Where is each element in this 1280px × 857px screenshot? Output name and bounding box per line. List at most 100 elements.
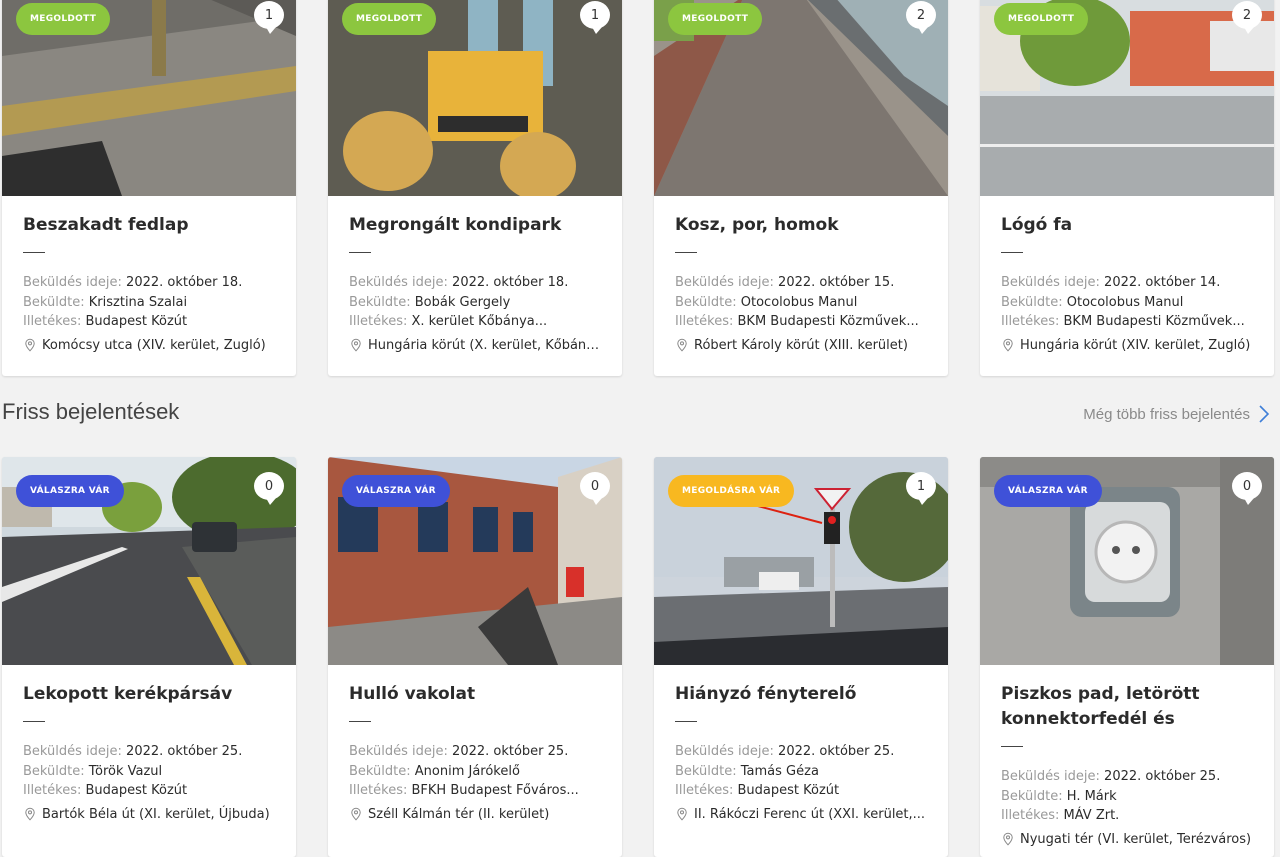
divider [23, 252, 45, 253]
sender-label: Beküldte: [675, 294, 737, 310]
issue-title[interactable]: Beszakadt fedlap [23, 213, 275, 238]
sent-time-label: Beküldés ideje: [349, 744, 448, 759]
status-badge: VÁLASZRA VÁR [342, 475, 450, 507]
sender-label: Beküldte: [23, 294, 85, 310]
sender-label: Beküldte: [1001, 294, 1063, 310]
issue-card[interactable]: VÁLASZRA VÁR 0 Hulló vakolat Beküldés id… [328, 457, 622, 857]
section-title: Friss bejelentések [2, 399, 180, 424]
sender-name: Krisztina Szalai [88, 294, 188, 310]
issue-title[interactable]: Hulló vakolat [349, 682, 601, 707]
sent-date: 2022. október 25. [126, 744, 243, 759]
location-text: Róbert Károly körút (XIII. kerület) [694, 337, 908, 353]
issue-title[interactable]: Piszkos pad, letörött konnektorfedél és … [1001, 682, 1253, 732]
status-badge: MEGOLDOTT [342, 3, 437, 35]
sent-date: 2022. október 14. [1104, 275, 1221, 290]
issue-photo[interactable]: VÁLASZRA VÁR 0 [2, 457, 296, 665]
issue-title[interactable]: Lógó fa [1001, 213, 1253, 238]
status-badge: MEGOLDOTT [16, 3, 111, 35]
sent-date: 2022. október 25. [778, 744, 895, 759]
issue-card[interactable]: VÁLASZRA VÁR 0 Lekopott kerékpársáv Bekü… [2, 457, 296, 857]
sent-date: 2022. október 25. [452, 744, 569, 759]
issue-title[interactable]: Megrongált kondipark [349, 213, 601, 238]
sender-name: Bobák Gergely [414, 294, 511, 310]
sent-time-label: Beküldés ideje: [1001, 275, 1100, 290]
issue-photo[interactable]: MEGOLDOTT 2 [654, 0, 948, 196]
sender-label: Beküldte: [349, 763, 411, 779]
issue-card[interactable]: MEGOLDOTT 2 Lógó fa Beküldés ideje: 2022… [980, 0, 1274, 376]
location-text: Hungária körút (XIV. kerület, Zugló) [1020, 337, 1251, 353]
issue-photo[interactable]: VÁLASZRA VÁR 0 [980, 457, 1274, 665]
fresh-cards-row: VÁLASZRA VÁR 0 Lekopott kerékpársáv Bekü… [2, 457, 1274, 857]
location-pin-icon [25, 807, 35, 821]
sender-label: Beküldte: [349, 294, 411, 310]
responsible-name: Budapest Közút [85, 314, 188, 329]
comment-count: 2 [1232, 1, 1262, 34]
divider [349, 721, 371, 722]
more-reports-label: Még több friss bejelentés [1083, 405, 1250, 423]
chevron-right-icon [1259, 405, 1270, 423]
status-badge: MEGOLDOTT [994, 3, 1089, 35]
issue-photo[interactable]: VÁLASZRA VÁR 0 [328, 457, 622, 665]
comment-count: 1 [906, 472, 936, 505]
location-pin-icon [351, 807, 361, 821]
responsible-name: MÁV Zrt. [1063, 808, 1120, 823]
sent-time-label: Beküldés ideje: [23, 744, 122, 759]
divider [1001, 746, 1023, 747]
status-badge: VÁLASZRA VÁR [16, 475, 124, 507]
issue-card[interactable]: VÁLASZRA VÁR 0 Piszkos pad, letörött kon… [980, 457, 1274, 857]
responsible-label: Illetékes: [349, 783, 408, 798]
responsible-label: Illetékes: [1001, 314, 1060, 329]
sender-name: Anonim Járókelő [414, 763, 520, 779]
sender-name: Otocolobus Manul [740, 294, 858, 310]
comment-count: 0 [254, 472, 284, 505]
issue-photo[interactable]: MEGOLDÁSRA VÁR 1 [654, 457, 948, 665]
sent-time-label: Beküldés ideje: [1001, 769, 1100, 784]
responsible-name: BKM Budapesti Közművek... [1063, 314, 1245, 329]
location-pin-icon [1003, 338, 1013, 352]
responsible-name: X. kerület Kőbánya... [411, 314, 548, 329]
sent-time-label: Beküldés ideje: [675, 275, 774, 290]
issue-card[interactable]: MEGOLDOTT 2 Kosz, por, homok Beküldés id… [654, 0, 948, 376]
sender-name: Otocolobus Manul [1066, 294, 1184, 310]
sender-name: Tamás Géza [740, 763, 819, 779]
issue-title[interactable]: Lekopott kerékpársáv [23, 682, 275, 707]
location-text: Nyugati tér (VI. kerület, Terézváros) [1020, 831, 1252, 847]
more-reports-link[interactable]: Még több friss bejelentés [1083, 404, 1270, 424]
responsible-label: Illetékes: [23, 783, 82, 798]
responsible-name: BKM Budapesti Közművek... [737, 314, 919, 329]
issue-photo[interactable]: MEGOLDOTT 2 [980, 0, 1274, 196]
responsible-label: Illetékes: [675, 314, 734, 329]
location-text: Bartók Béla út (XI. kerület, Újbuda) [42, 806, 270, 822]
issue-photo[interactable]: MEGOLDOTT 1 [328, 0, 622, 196]
location-pin-icon [1003, 832, 1013, 846]
location-pin-icon [677, 338, 687, 352]
status-badge: VÁLASZRA VÁR [994, 475, 1102, 507]
responsible-label: Illetékes: [349, 314, 408, 329]
issue-title[interactable]: Kosz, por, homok [675, 213, 927, 238]
location-pin-icon [677, 807, 687, 821]
location-text: Széll Kálmán tér (II. kerület) [368, 806, 550, 822]
location-pin-icon [351, 338, 361, 352]
issue-card[interactable]: MEGOLDOTT 1 Megrongált kondipark Beküldé… [328, 0, 622, 376]
sender-label: Beküldte: [1001, 788, 1063, 804]
comment-count: 1 [580, 1, 610, 34]
responsible-name: Budapest Közút [85, 783, 188, 798]
issue-photo[interactable]: MEGOLDOTT 1 [2, 0, 296, 196]
status-badge: MEGOLDÁSRA VÁR [668, 475, 795, 507]
issue-card[interactable]: MEGOLDOTT 1 Beszakadt fedlap Beküldés id… [2, 0, 296, 376]
sent-date: 2022. október 18. [452, 275, 569, 290]
responsible-name: Budapest Közút [737, 783, 840, 798]
issue-title[interactable]: Hiányzó fényterelő [675, 682, 927, 707]
issue-card[interactable]: MEGOLDÁSRA VÁR 1 Hiányzó fényterelő Bekü… [654, 457, 948, 857]
sent-time-label: Beküldés ideje: [349, 275, 448, 290]
solved-cards-row: MEGOLDOTT 1 Beszakadt fedlap Beküldés id… [2, 0, 1274, 376]
responsible-label: Illetékes: [1001, 808, 1060, 823]
sender-label: Beküldte: [675, 763, 737, 779]
sender-name: Török Vazul [88, 763, 163, 779]
comment-count: 0 [1232, 472, 1262, 505]
divider [675, 721, 697, 722]
responsible-label: Illetékes: [675, 783, 734, 798]
sent-time-label: Beküldés ideje: [23, 275, 122, 290]
responsible-label: Illetékes: [23, 314, 82, 329]
divider [23, 721, 45, 722]
